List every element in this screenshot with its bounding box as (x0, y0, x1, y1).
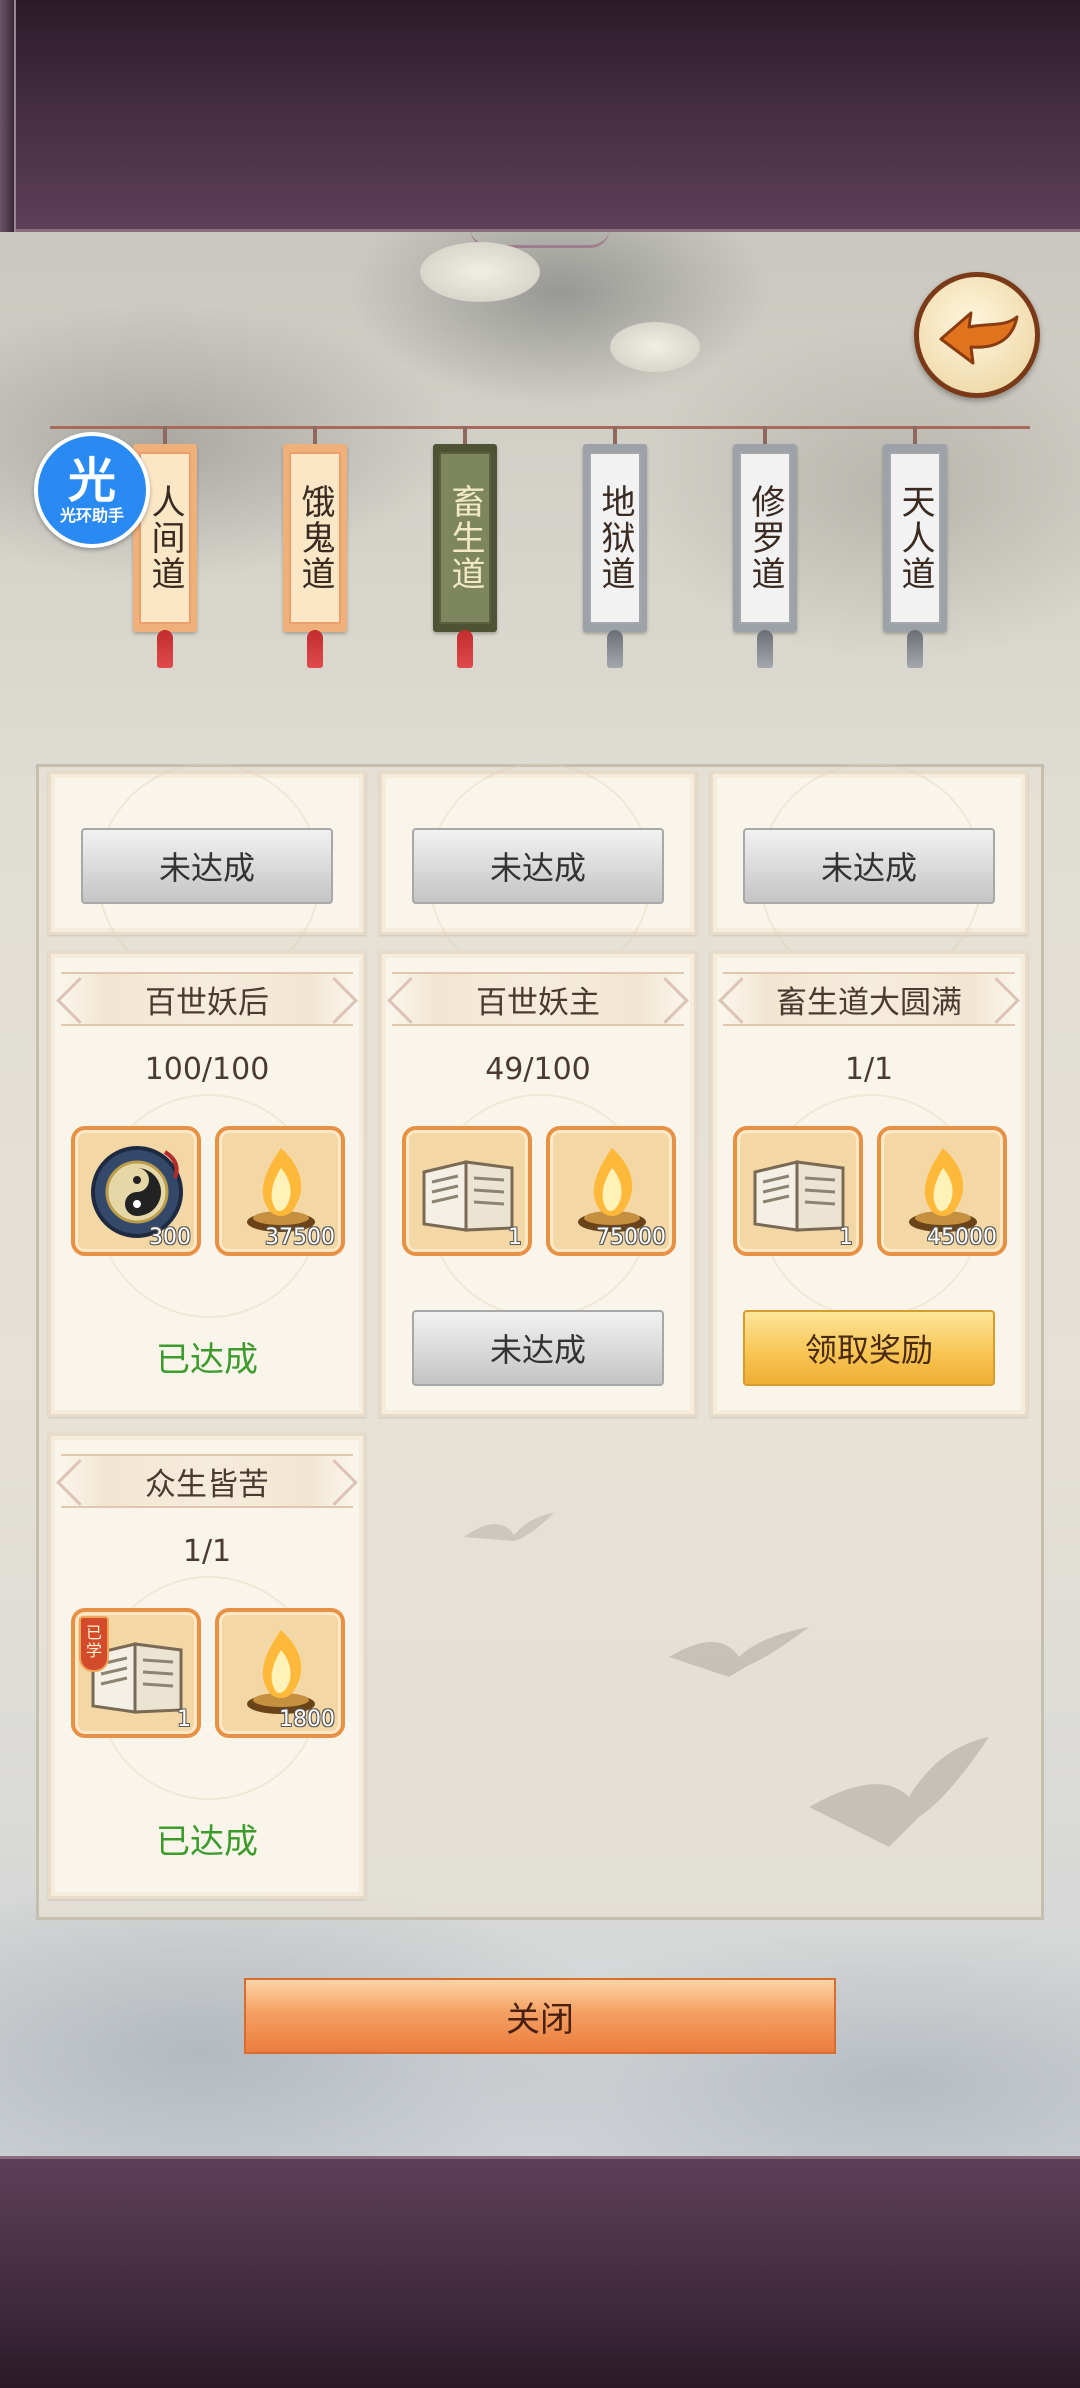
crane-icon (809, 1737, 989, 1847)
helper-badge[interactable]: 光 光环助手 (34, 432, 150, 548)
close-button[interactable]: 关闭 (244, 1978, 836, 2054)
not-achieved-button[interactable]: 未达成 (412, 1310, 664, 1386)
item-count: 300 (149, 1225, 191, 1250)
tassel-icon (457, 630, 473, 668)
card-progress: 1/1 (182, 1534, 232, 1569)
tab-label: 地狱道 (595, 484, 635, 592)
reward-item[interactable]: 1800 (215, 1608, 345, 1738)
tag-hook (163, 426, 167, 446)
skill-book-icon (753, 1160, 845, 1232)
reward-item[interactable]: 1 (402, 1126, 532, 1256)
achievement-card: 百世妖后 100/100 300 37500 已达成 (48, 951, 366, 1417)
tab-diyudao[interactable]: 地狱道 (583, 444, 647, 632)
achievement-card-partial: 未达成 (710, 763, 1028, 987)
item-count: 1800 (279, 1707, 335, 1732)
reward-item[interactable]: 75000 (546, 1126, 676, 1256)
reward-item[interactable]: 已学 1 (71, 1608, 201, 1738)
item-count: 1 (177, 1707, 191, 1732)
back-arrow-icon (939, 311, 1019, 365)
reward-items: 1 45000 (733, 1126, 1013, 1256)
reward-item[interactable]: 45000 (877, 1126, 1007, 1256)
tag-hook (313, 426, 317, 446)
badge-main-label: 光 (67, 453, 116, 509)
tag-string (50, 426, 1030, 429)
achievement-card-partial: 未达成 (48, 763, 366, 987)
item-count: 75000 (596, 1225, 666, 1250)
card-title: 众生皆苦 (61, 1454, 353, 1508)
tassel-icon (607, 630, 623, 668)
reward-items: 1 75000 (402, 1126, 682, 1256)
tassel-icon (307, 630, 323, 668)
reward-item[interactable]: 37500 (215, 1126, 345, 1256)
item-count: 37500 (265, 1225, 335, 1250)
card-title: 百世妖主 (392, 972, 684, 1026)
tassel-icon (907, 630, 923, 668)
not-achieved-button[interactable]: 未达成 (412, 828, 664, 904)
card-title: 畜生道大圆满 (723, 972, 1015, 1026)
reward-item[interactable]: 1 (733, 1126, 863, 1256)
badge-sub-label: 光环助手 (59, 506, 124, 525)
achievement-card-partial: 未达成 (379, 763, 697, 987)
top-frame-band (0, 0, 1080, 232)
achievement-card: 众生皆苦 1/1 已学 1 1800 已达成 (48, 1433, 366, 1899)
claim-reward-button[interactable]: 领取奖励 (743, 1310, 995, 1386)
not-achieved-button[interactable]: 未达成 (743, 828, 995, 904)
tassel-icon (757, 630, 773, 668)
tag-hook (913, 426, 917, 446)
not-achieved-button[interactable]: 未达成 (81, 828, 333, 904)
card-progress: 1/1 (844, 1052, 894, 1087)
tab-label: 饿鬼道 (295, 484, 335, 592)
card-title: 百世妖后 (61, 972, 353, 1026)
cloud-decoration (420, 242, 540, 302)
learned-tag: 已学 (79, 1616, 109, 1672)
item-count: 1 (508, 1225, 522, 1250)
cloud-decoration (610, 322, 700, 372)
achievement-card: 畜生道大圆满 1/1 1 45000 领取奖励 (710, 951, 1028, 1417)
skill-book-icon (422, 1160, 514, 1232)
achievement-panel: 未达成 未达成 未达成 百世妖后 100/100 300 37500 已达成 百… (36, 763, 1044, 1920)
reward-items: 300 37500 (71, 1126, 351, 1256)
reward-item[interactable]: 300 (71, 1126, 201, 1256)
tab-tianrendao[interactable]: 天人道 (883, 444, 947, 632)
tab-label: 人间道 (145, 484, 185, 592)
tassel-icon (157, 630, 173, 668)
achievement-card: 百世妖主 49/100 1 75000 未达成 (379, 951, 697, 1417)
tab-eguidao[interactable]: 饿鬼道 (283, 444, 347, 632)
tab-label: 天人道 (895, 484, 935, 592)
achieved-status: 已达成 (156, 1340, 258, 1380)
bottom-frame-band (0, 2156, 1080, 2388)
tab-label: 畜生道 (445, 484, 485, 592)
back-button[interactable] (914, 272, 1040, 398)
tag-hook (763, 426, 767, 446)
card-progress: 49/100 (485, 1052, 591, 1087)
tab-xiuluodao[interactable]: 修罗道 (733, 444, 797, 632)
tab-chushengdao[interactable]: 畜生道 (433, 444, 497, 632)
item-count: 1 (839, 1225, 853, 1250)
crane-icon (464, 1513, 554, 1541)
card-progress: 100/100 (144, 1052, 270, 1087)
item-count: 45000 (927, 1225, 997, 1250)
reward-items: 已学 1 1800 (71, 1608, 351, 1738)
tag-hook (463, 426, 467, 446)
achieved-status: 已达成 (156, 1822, 258, 1862)
crane-icon (669, 1627, 809, 1677)
tag-hook (613, 426, 617, 446)
tab-label: 修罗道 (745, 484, 785, 592)
